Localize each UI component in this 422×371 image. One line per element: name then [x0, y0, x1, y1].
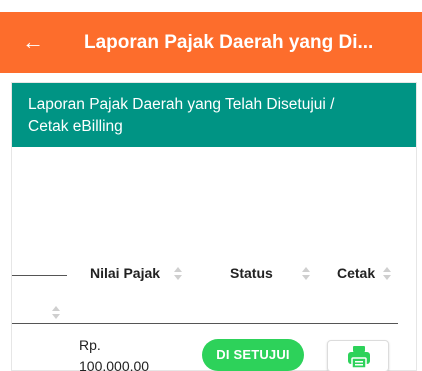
print-button[interactable] — [327, 340, 389, 371]
sort-icon[interactable] — [383, 267, 391, 281]
arrow-left-icon[interactable]: ← — [22, 31, 46, 53]
page-title: Laporan Pajak Daerah yang Di... — [84, 32, 374, 53]
card-header-line-2: Cetak eBilling — [28, 118, 123, 135]
nilai-amount: 100.000,00 — [79, 358, 150, 371]
column-header-nilai-pajak[interactable]: Nilai Pajak — [90, 265, 160, 281]
print-icon — [348, 346, 370, 369]
sort-icon[interactable] — [174, 267, 182, 281]
status-badge: DI SETUJUI — [202, 339, 304, 371]
table-cell-nilai-pajak: Rp. 100.000,00 — [79, 335, 149, 371]
card-header-line-1: Laporan Pajak Daerah yang Telah Disetuju… — [28, 96, 335, 113]
card-header: Laporan Pajak Daerah yang Telah Disetuju… — [12, 83, 416, 147]
app-bar: ← Laporan Pajak Daerah yang Di... — [0, 12, 422, 73]
report-card: Laporan Pajak Daerah yang Telah Disetuju… — [11, 82, 417, 371]
column-header-cetak[interactable]: Cetak — [337, 265, 375, 281]
data-table[interactable]: Nilai Pajak Status Cetak Rp. 100.000,00 … — [12, 147, 416, 371]
column-divider — [12, 275, 67, 276]
nilai-currency: Rp. — [79, 337, 101, 353]
sort-icon[interactable] — [52, 306, 60, 320]
sort-icon[interactable] — [302, 267, 310, 281]
column-header-status[interactable]: Status — [230, 265, 273, 281]
row-divider — [12, 323, 398, 324]
